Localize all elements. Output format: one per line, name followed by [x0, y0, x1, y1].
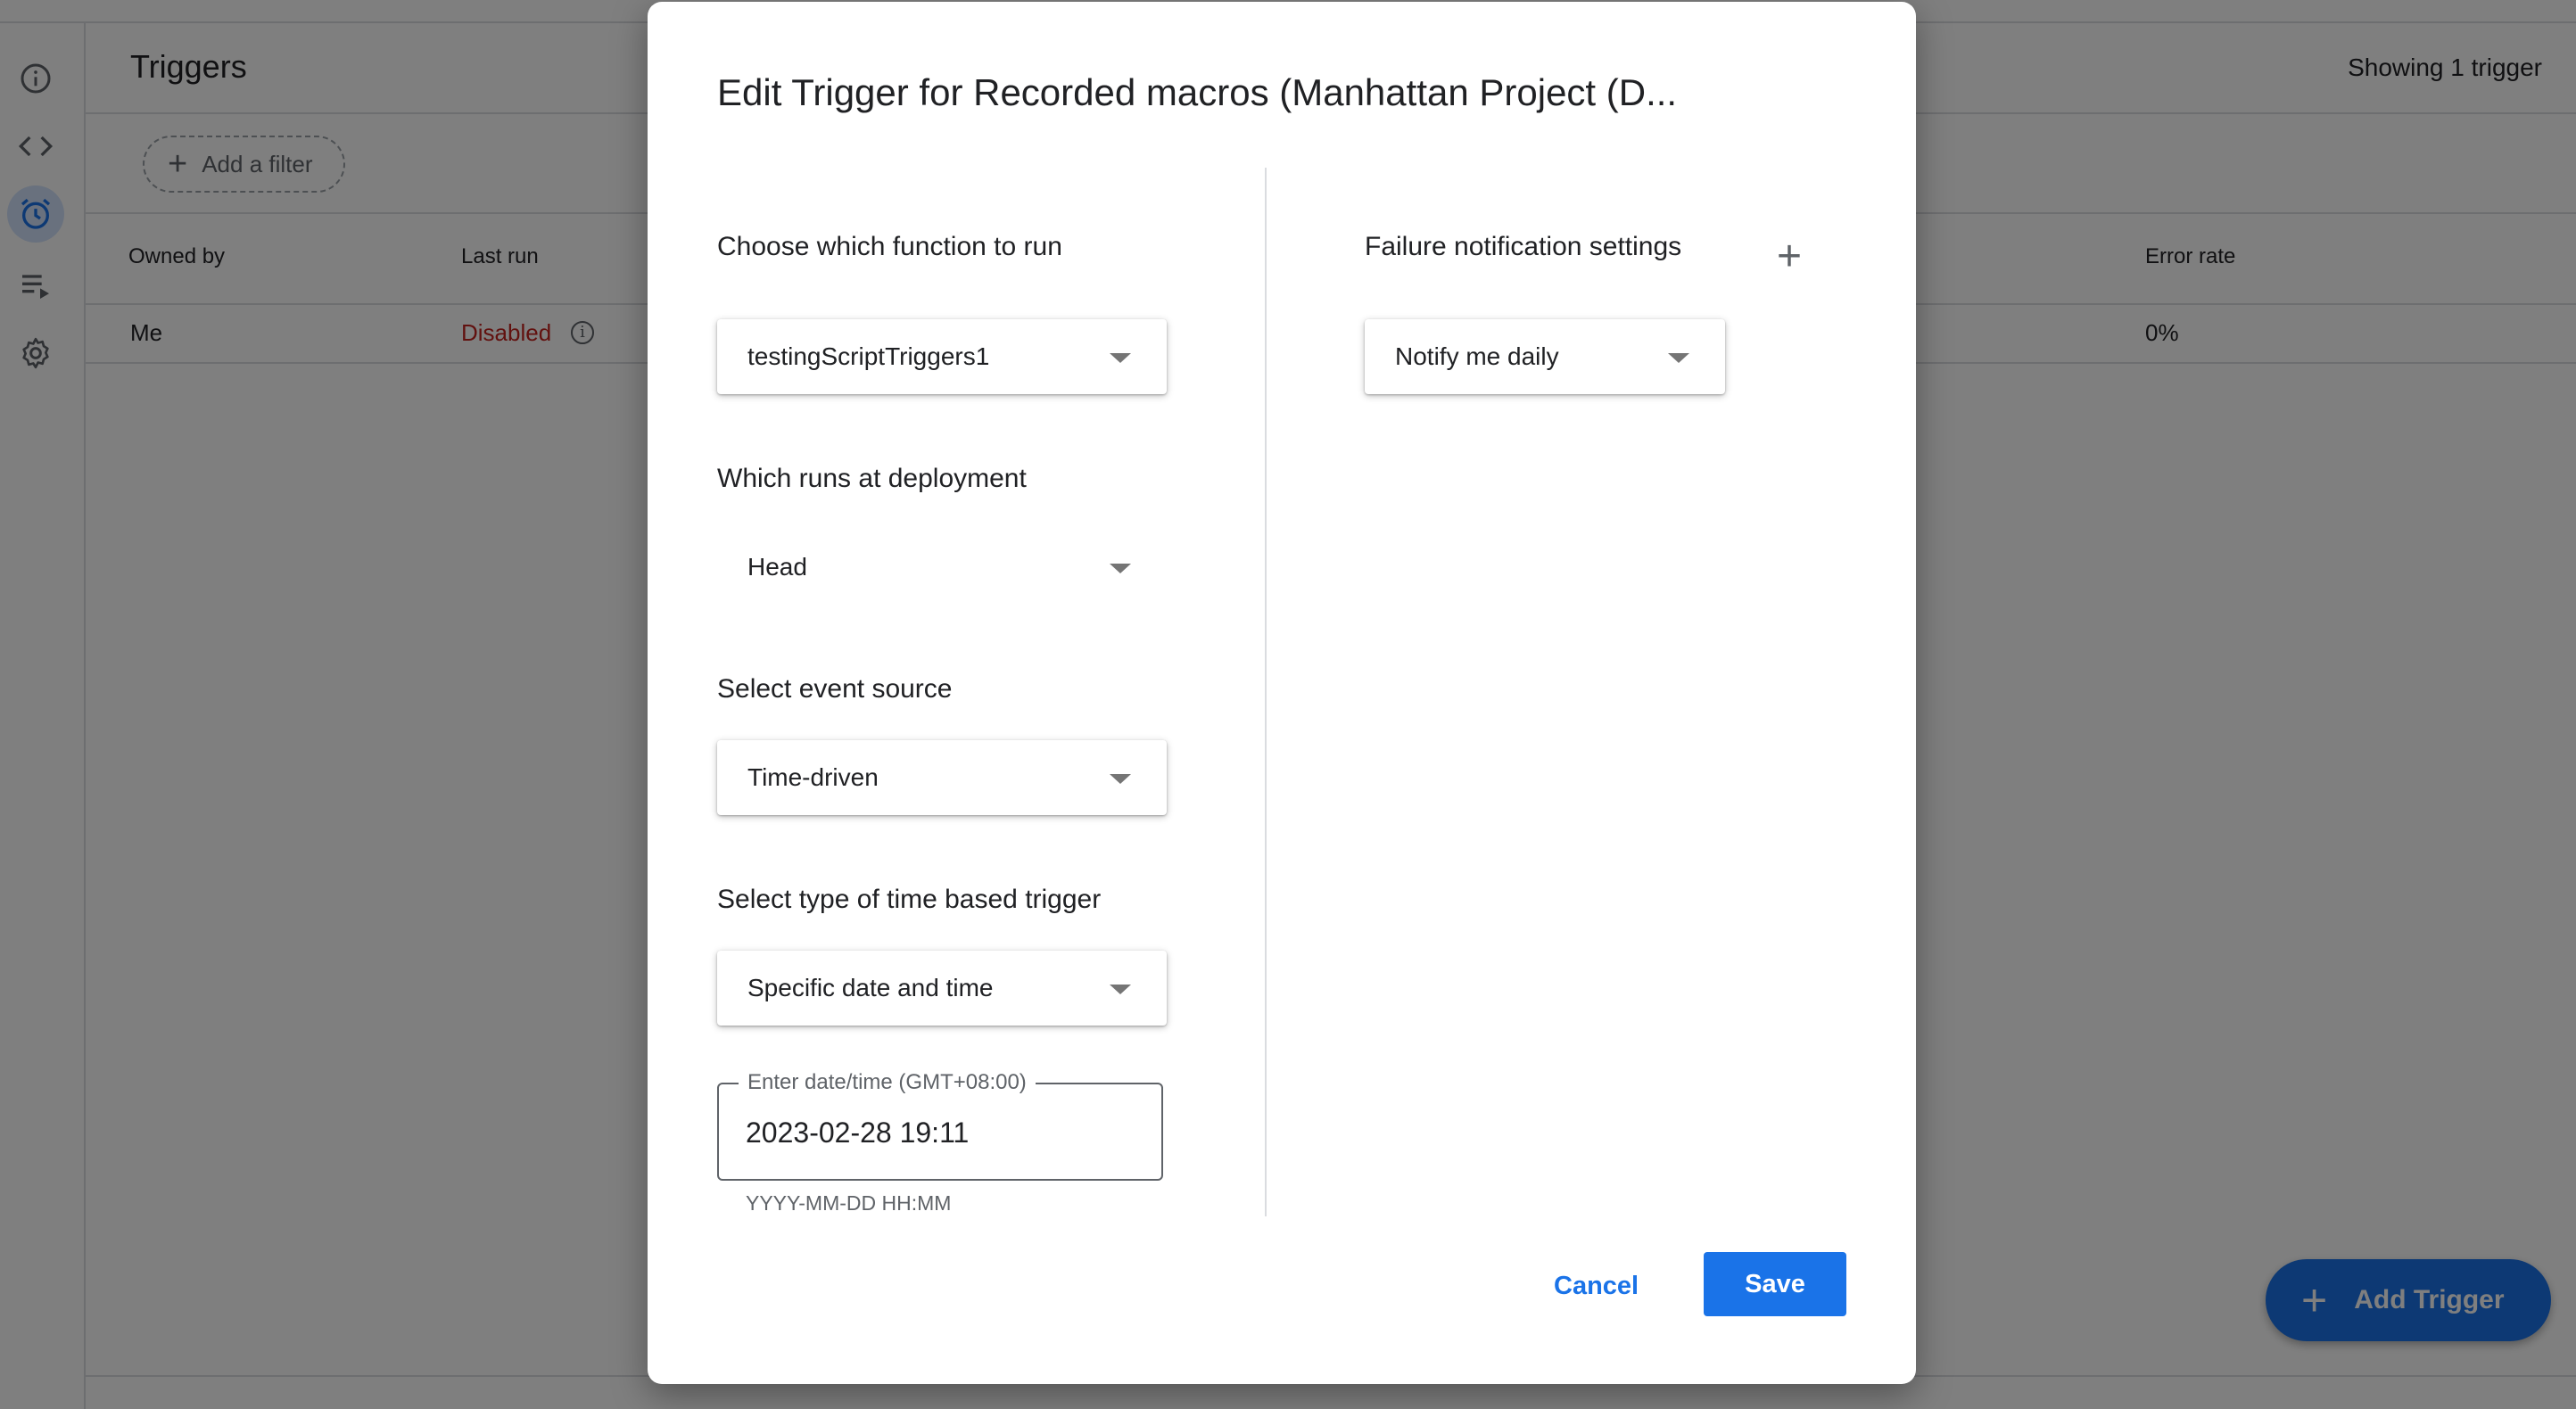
time-trigger-label: Select type of time based trigger	[717, 885, 1102, 914]
dropdown-arrow-icon	[1668, 353, 1689, 363]
dialog-title: Edit Trigger for Recorded macros (Manhat…	[717, 71, 1678, 113]
dropdown-arrow-icon	[1110, 985, 1131, 994]
date-time-field-label: Enter date/time (GMT+08:00)	[739, 1070, 1036, 1095]
deployment-label: Which runs at deployment	[717, 464, 1027, 493]
time-trigger-select[interactable]: Specific date and time	[717, 951, 1167, 1026]
date-time-input[interactable]: 2023-02-28 19:11	[746, 1116, 969, 1149]
time-trigger-select-value: Specific date and time	[747, 974, 994, 1001]
date-time-field[interactable]: Enter date/time (GMT+08:00) 2023-02-28 1…	[717, 1070, 1163, 1181]
column-divider	[1265, 168, 1267, 1216]
event-source-label: Select event source	[717, 674, 953, 704]
event-source-select[interactable]: Time-driven	[717, 740, 1167, 815]
dropdown-arrow-icon	[1110, 774, 1131, 784]
function-label: Choose which function to run	[717, 232, 1062, 261]
dropdown-arrow-icon	[1110, 353, 1131, 363]
failure-notification-label: Failure notification settings	[1365, 232, 1682, 261]
function-select-value: testingScriptTriggers1	[747, 342, 990, 370]
failure-notification-select-value: Notify me daily	[1395, 342, 1559, 370]
edit-trigger-dialog: Edit Trigger for Recorded macros (Manhat…	[648, 2, 1916, 1384]
save-button[interactable]: Save	[1704, 1252, 1846, 1316]
dropdown-arrow-icon	[1110, 564, 1131, 573]
plus-icon: +	[1776, 233, 1803, 280]
cancel-button[interactable]: Cancel	[1536, 1254, 1656, 1318]
failure-notification-select[interactable]: Notify me daily	[1365, 319, 1725, 394]
deployment-select[interactable]: Head	[717, 530, 1167, 605]
function-select[interactable]: testingScriptTriggers1	[717, 319, 1167, 394]
date-time-helper: YYYY-MM-DD HH:MM	[746, 1191, 952, 1215]
deployment-select-value: Head	[747, 553, 807, 581]
add-notification-button[interactable]: +	[1764, 232, 1814, 282]
event-source-select-value: Time-driven	[747, 763, 879, 791]
